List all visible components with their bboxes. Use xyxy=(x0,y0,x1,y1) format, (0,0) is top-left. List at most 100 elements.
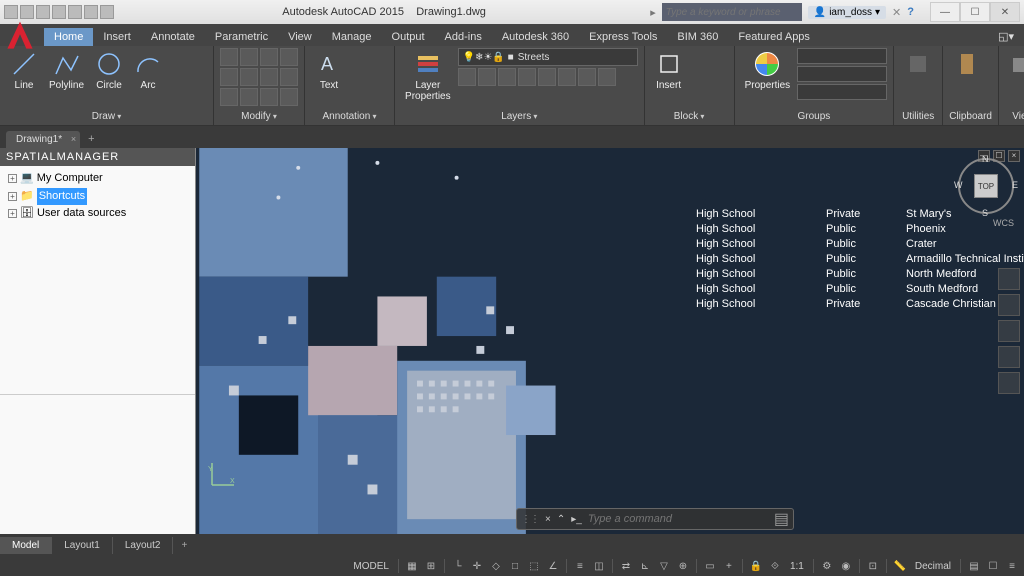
tab-manage[interactable]: Manage xyxy=(322,28,382,46)
status-polar-icon[interactable]: ✛ xyxy=(469,558,485,574)
application-menu-button[interactable] xyxy=(2,18,38,54)
maximize-button[interactable]: ☐ xyxy=(960,2,990,22)
layer-properties-button[interactable]: Layer Properties xyxy=(401,48,455,104)
status-3dosnap-icon[interactable]: ⬚ xyxy=(526,558,542,574)
status-model[interactable]: MODEL xyxy=(349,561,393,572)
cmd-close-icon[interactable]: × xyxy=(545,514,551,525)
layer-tools[interactable] xyxy=(458,68,638,86)
layout-1[interactable]: Layout1 xyxy=(52,537,113,554)
status-transparency-icon[interactable]: ◫ xyxy=(591,558,607,574)
drawing-viewport[interactable]: [−][Top][2D Wireframe] — ☐ × xyxy=(196,148,1024,534)
line-button[interactable]: Line xyxy=(6,48,42,93)
view-cube[interactable]: TOP N E S W xyxy=(958,158,1014,214)
status-units-icon[interactable]: 📏 xyxy=(892,558,908,574)
tab-featured[interactable]: Featured Apps xyxy=(728,28,820,46)
status-annomonitor-icon[interactable]: + xyxy=(721,558,737,574)
status-custom-icon[interactable]: ≡ xyxy=(1004,558,1020,574)
tab-output[interactable]: Output xyxy=(382,28,435,46)
panel-draw-label[interactable]: Draw xyxy=(6,110,207,123)
panel-layers-label[interactable]: Layers xyxy=(401,110,638,123)
status-scale[interactable]: 1:1 xyxy=(786,561,808,572)
close-tab-icon[interactable]: × xyxy=(71,134,76,144)
layout-add-button[interactable]: + xyxy=(173,537,195,554)
qat-undo-icon[interactable] xyxy=(84,5,98,19)
text-button[interactable]: AText xyxy=(311,48,347,93)
status-ortho-icon[interactable]: └ xyxy=(450,558,466,574)
status-lineweight-icon[interactable]: ≡ xyxy=(572,558,588,574)
exchange-icon[interactable]: ✕ xyxy=(892,6,901,19)
new-tab-button[interactable]: + xyxy=(82,130,100,148)
cmd-history-icon[interactable]: ⌃ xyxy=(557,514,565,525)
layout-model[interactable]: Model xyxy=(0,537,52,554)
block-tools[interactable] xyxy=(690,48,728,106)
nav-wheel-icon[interactable] xyxy=(998,268,1020,290)
property-dropdowns[interactable] xyxy=(797,48,887,100)
command-line[interactable]: ⋮⋮ × ⌃ ▸_ ▤ xyxy=(516,508,794,530)
status-otrack-icon[interactable]: ∠ xyxy=(545,558,561,574)
signin-button[interactable]: 👤 iam_doss ▾ xyxy=(808,6,886,19)
arc-button[interactable]: Arc xyxy=(130,48,166,93)
tab-express[interactable]: Express Tools xyxy=(579,28,667,46)
qat-new-icon[interactable] xyxy=(4,5,18,19)
status-grid-icon[interactable]: ▦ xyxy=(404,558,420,574)
tree-my-computer[interactable]: +💻My Computer xyxy=(4,170,191,188)
nav-zoom-icon[interactable] xyxy=(998,320,1020,342)
qat-plot-icon[interactable] xyxy=(68,5,82,19)
nav-orbit-icon[interactable] xyxy=(998,346,1020,368)
polyline-button[interactable]: Polyline xyxy=(45,48,88,93)
annotation-tools[interactable] xyxy=(350,48,388,106)
file-tab-drawing1[interactable]: Drawing1*× xyxy=(6,131,80,148)
panel-modify-label[interactable]: Modify xyxy=(220,110,298,123)
ribbon-collapse-icon[interactable]: ◱▾ xyxy=(988,27,1024,46)
panel-utilities[interactable]: Utilities xyxy=(894,46,943,125)
panel-view[interactable]: View xyxy=(999,46,1024,125)
status-units[interactable]: Decimal xyxy=(911,561,955,572)
tab-home[interactable]: Home xyxy=(44,28,93,46)
status-annovis-icon[interactable]: ⟐ xyxy=(767,558,783,574)
qat-save-icon[interactable] xyxy=(36,5,50,19)
tab-addins[interactable]: Add-ins xyxy=(435,28,492,46)
tab-parametric[interactable]: Parametric xyxy=(205,28,278,46)
tab-insert[interactable]: Insert xyxy=(93,28,141,46)
wcs-label[interactable]: WCS xyxy=(993,218,1014,228)
close-button[interactable]: ✕ xyxy=(990,2,1020,22)
status-ws-icon[interactable]: ⚙ xyxy=(819,558,835,574)
nav-showmotion-icon[interactable] xyxy=(998,372,1020,394)
qat-redo-icon[interactable] xyxy=(100,5,114,19)
status-gizmo-icon[interactable]: ⊕ xyxy=(675,558,691,574)
tab-annotate[interactable]: Annotate xyxy=(141,28,205,46)
tab-view[interactable]: View xyxy=(278,28,322,46)
qat-saveas-icon[interactable] xyxy=(52,5,66,19)
layout-2[interactable]: Layout2 xyxy=(113,537,174,554)
panel-groups-label[interactable]: Groups xyxy=(741,110,888,123)
layer-dropdown[interactable]: 💡❄☀🔒 ■ Streets xyxy=(458,48,638,66)
status-cycling-icon[interactable]: ⇄ xyxy=(618,558,634,574)
status-osnap-icon[interactable]: □ xyxy=(507,558,523,574)
circle-button[interactable]: Circle xyxy=(91,48,127,93)
status-isoplane-icon[interactable]: ◇ xyxy=(488,558,504,574)
nav-pan-icon[interactable] xyxy=(998,294,1020,316)
insert-button[interactable]: Insert xyxy=(651,48,687,93)
status-annoscale-icon[interactable]: 🔒 xyxy=(748,558,764,574)
help-search-input[interactable] xyxy=(662,3,802,21)
panel-block-label[interactable]: Block xyxy=(651,110,728,123)
tree-view[interactable]: +💻My Computer +📁Shortcuts +🗄User data so… xyxy=(0,166,195,394)
modify-tools[interactable] xyxy=(220,48,298,106)
draw-flyout[interactable] xyxy=(169,48,207,106)
status-qp-icon[interactable]: ▭ xyxy=(702,558,718,574)
status-snap-icon[interactable]: ⊞ xyxy=(423,558,439,574)
cmd-grip-icon[interactable]: ⋮⋮ xyxy=(521,514,539,525)
tab-a360[interactable]: Autodesk 360 xyxy=(492,28,579,46)
help-icon[interactable]: ? xyxy=(907,6,914,18)
properties-button[interactable]: Properties xyxy=(741,48,795,93)
status-dynucs-icon[interactable]: ⊾ xyxy=(637,558,653,574)
tab-bim360[interactable]: BIM 360 xyxy=(667,28,728,46)
cmd-recent-icon[interactable]: ▤ xyxy=(774,509,789,529)
command-input[interactable] xyxy=(588,513,768,525)
panel-annotation-label[interactable]: Annotation xyxy=(311,110,388,123)
tree-shortcuts[interactable]: +📁Shortcuts xyxy=(4,188,191,206)
status-filter-icon[interactable]: ▽ xyxy=(656,558,672,574)
status-hwaccel-icon[interactable]: ◉ xyxy=(838,558,854,574)
minimize-button[interactable]: — xyxy=(930,2,960,22)
status-qview-icon[interactable]: ▤ xyxy=(966,558,982,574)
